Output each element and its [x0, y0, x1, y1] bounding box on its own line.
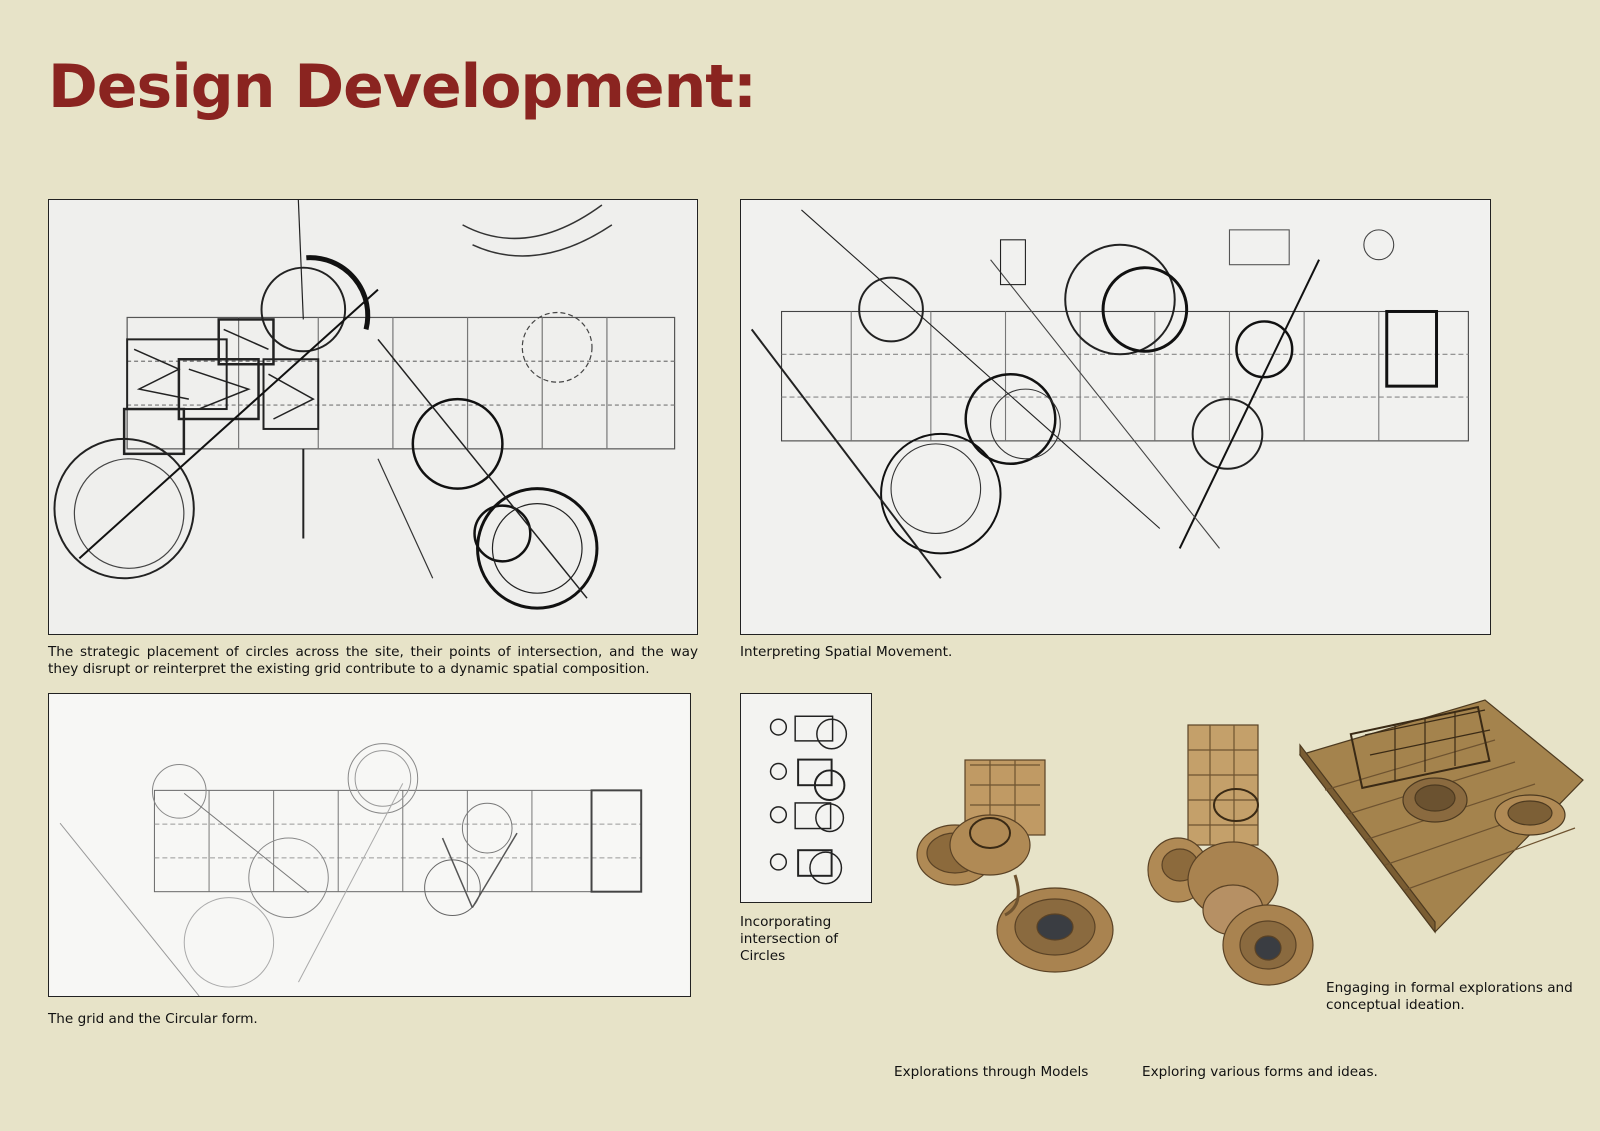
- page-title: Design Development:: [48, 52, 757, 122]
- model-photo-1: [915, 755, 1115, 975]
- sketch-image-circles-on-grid: [48, 199, 698, 635]
- cardboard-model: [1147, 724, 1314, 986]
- model-photo-3: [1295, 699, 1585, 934]
- sketch2-caption: Interpreting Spatial Movement.: [740, 644, 953, 660]
- sketch4-caption: Incorporating intersection of Circles: [740, 914, 839, 964]
- sketch-image-circle-intersections: [740, 693, 872, 903]
- sketch-image-grid-circular-form: [48, 693, 691, 997]
- model-photo-2: [1147, 720, 1318, 990]
- cardboard-model: [916, 759, 1114, 973]
- sketch-image-spatial-movement: [740, 199, 1491, 635]
- sketch1-caption: The strategic placement of circles acros…: [48, 644, 698, 677]
- models-caption-formal: Engaging in formal explorations and conc…: [1326, 980, 1573, 1013]
- sketch3-caption: The grid and the Circular form.: [48, 1011, 258, 1027]
- models-caption-forms: Exploring various forms and ideas.: [1142, 1064, 1378, 1080]
- sketch-drawing: [741, 694, 871, 902]
- models-caption-explorations: Explorations through Models: [894, 1064, 1089, 1080]
- cardboard-model: [1298, 699, 1584, 934]
- sketch-drawing: [49, 200, 697, 634]
- sketch-drawing: [741, 200, 1490, 634]
- sketch-drawing: [50, 694, 689, 996]
